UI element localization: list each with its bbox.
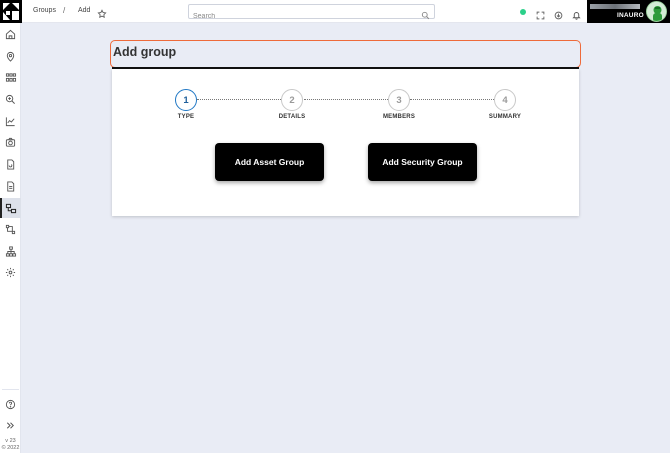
sidebar-item-home[interactable] — [0, 24, 21, 44]
wizard-step-1-label: TYPE — [177, 114, 195, 120]
sidebar-item-help[interactable] — [0, 394, 21, 414]
copyright-label: © 2022 — [1, 445, 20, 451]
wizard-step-1[interactable]: 1 — [175, 89, 197, 111]
grid-devices-icon — [5, 72, 16, 82]
hierarchy-icon — [5, 245, 16, 257]
download-icon[interactable] — [554, 7, 563, 25]
breadcrumb-groups[interactable]: Groups — [33, 7, 56, 14]
step-connector — [410, 99, 494, 100]
sidebar-item-devices[interactable] — [0, 67, 21, 87]
wizard-step-4-label: SUMMARY — [488, 114, 522, 120]
wizard-card: 1 2 3 4 TYPE DETAILS MEMBERS SUMMARY Add… — [112, 69, 579, 216]
sidebar-item-documents[interactable] — [0, 176, 21, 196]
bell-icon[interactable] — [572, 7, 581, 25]
sidebar-item-reports[interactable] — [0, 154, 21, 174]
sidebar-item-settings[interactable] — [0, 262, 21, 282]
wizard-step-2: 2 — [281, 89, 303, 111]
user-name-redacted — [590, 4, 640, 9]
search-input[interactable] — [189, 10, 409, 23]
wizard-step-2-label: DETAILS — [278, 114, 306, 120]
wizard-step-3: 3 — [388, 89, 410, 111]
sidebar: v 23 © 2022 — [0, 23, 21, 453]
organization-name: INAURO — [617, 12, 644, 19]
line-chart-icon — [5, 116, 15, 126]
sidebar-item-groups[interactable] — [0, 198, 21, 218]
step-connector — [304, 99, 388, 100]
sidebar-divider — [2, 389, 19, 390]
page-title-box: Add group — [110, 40, 581, 68]
document-refresh-icon — [7, 158, 15, 170]
groups-icon — [5, 203, 16, 213]
sidebar-item-analytics[interactable] — [0, 111, 21, 131]
sidebar-item-expand[interactable] — [0, 415, 21, 435]
avatar[interactable] — [646, 1, 667, 22]
document-icon — [7, 180, 15, 192]
help-icon — [5, 399, 16, 409]
settings-icon — [5, 267, 16, 277]
sidebar-item-hierarchy[interactable] — [0, 241, 21, 261]
page-title: Add group — [113, 45, 177, 59]
workflow-icon — [5, 224, 16, 234]
sidebar-item-locations[interactable] — [0, 46, 21, 66]
connection-status-dot — [520, 9, 526, 15]
sidebar-item-cameras[interactable] — [0, 132, 21, 152]
camera-icon — [5, 137, 16, 147]
sidebar-item-workflows[interactable] — [0, 219, 21, 239]
search-box[interactable] — [188, 4, 435, 23]
breadcrumb-separator: / — [63, 6, 66, 15]
logo-icon — [2, 2, 20, 21]
breadcrumb-add: Add — [78, 7, 91, 14]
add-asset-group-button[interactable]: Add Asset Group — [215, 143, 324, 181]
sidebar-item-explore[interactable] — [0, 89, 21, 109]
expand-icon — [6, 421, 14, 429]
search-icon[interactable] — [421, 7, 430, 25]
top-header: Groups / Add INAURO — [0, 0, 670, 23]
wizard-step-4: 4 — [494, 89, 516, 111]
app-logo[interactable] — [0, 0, 22, 23]
wizard-step-3-label: MEMBERS — [382, 114, 416, 120]
zoom-search-icon — [5, 94, 15, 104]
step-connector — [197, 99, 281, 100]
home-icon — [5, 29, 16, 39]
add-security-group-button[interactable]: Add Security Group — [368, 143, 477, 181]
version-label: v 23 — [5, 438, 16, 444]
star-icon[interactable] — [97, 6, 107, 24]
location-pin-icon — [6, 51, 15, 62]
fullscreen-icon[interactable] — [536, 7, 545, 25]
